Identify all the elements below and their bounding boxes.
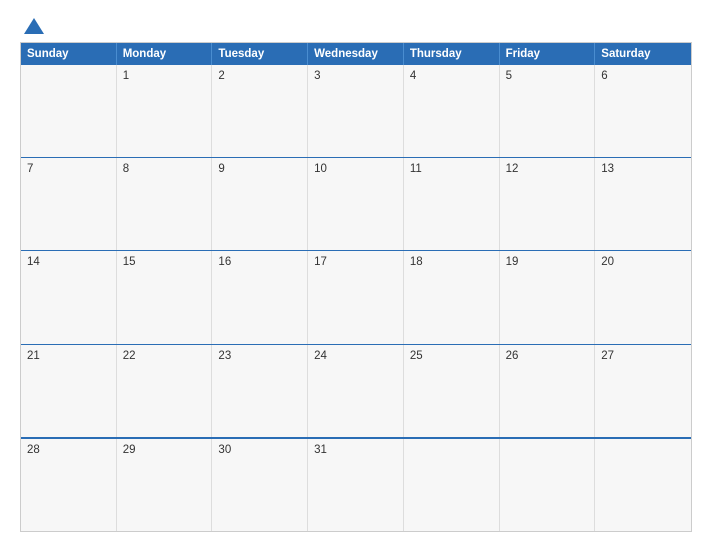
day-header-monday: Monday	[117, 43, 213, 65]
week-row-4: 28 29 30 31	[21, 437, 691, 531]
day-header-wednesday: Wednesday	[308, 43, 404, 65]
day-cell	[595, 439, 691, 531]
day-cell: 23	[212, 345, 308, 437]
day-number: 17	[314, 256, 397, 268]
day-cell: 8	[117, 158, 213, 250]
day-cell: 31	[308, 439, 404, 531]
day-number: 23	[218, 350, 301, 362]
day-cell	[21, 65, 117, 157]
day-number: 27	[601, 350, 685, 362]
day-number: 22	[123, 350, 206, 362]
day-number: 28	[27, 444, 110, 456]
day-cell: 22	[117, 345, 213, 437]
day-cell: 14	[21, 251, 117, 343]
day-cell: 27	[595, 345, 691, 437]
header	[20, 18, 692, 32]
day-header-friday: Friday	[500, 43, 596, 65]
day-cell: 2	[212, 65, 308, 157]
day-cell	[500, 439, 596, 531]
day-cell: 6	[595, 65, 691, 157]
day-header-sunday: Sunday	[21, 43, 117, 65]
day-number: 12	[506, 163, 589, 175]
day-cell: 4	[404, 65, 500, 157]
day-number: 25	[410, 350, 493, 362]
day-cell: 25	[404, 345, 500, 437]
logo	[20, 18, 44, 32]
weeks-container: 1234567891011121314151617181920212223242…	[21, 65, 691, 531]
calendar-page: SundayMondayTuesdayWednesdayThursdayFrid…	[0, 0, 712, 550]
day-cell: 16	[212, 251, 308, 343]
day-number: 21	[27, 350, 110, 362]
day-number: 29	[123, 444, 206, 456]
day-number: 11	[410, 163, 493, 175]
day-cell: 24	[308, 345, 404, 437]
day-number: 3	[314, 70, 397, 82]
day-header-saturday: Saturday	[595, 43, 691, 65]
week-row-3: 21 22 23 24 25 26 27	[21, 344, 691, 437]
logo-triangle-icon	[24, 18, 44, 34]
day-number: 8	[123, 163, 206, 175]
day-number: 26	[506, 350, 589, 362]
day-header-tuesday: Tuesday	[212, 43, 308, 65]
day-cell: 7	[21, 158, 117, 250]
day-number: 15	[123, 256, 206, 268]
day-number: 10	[314, 163, 397, 175]
day-number: 31	[314, 444, 397, 456]
day-cell: 19	[500, 251, 596, 343]
day-number: 7	[27, 163, 110, 175]
week-row-0: 123456	[21, 65, 691, 157]
day-number: 13	[601, 163, 685, 175]
day-cell: 13	[595, 158, 691, 250]
day-number: 16	[218, 256, 301, 268]
day-cell: 21	[21, 345, 117, 437]
day-number: 6	[601, 70, 685, 82]
day-cell: 11	[404, 158, 500, 250]
day-cell: 30	[212, 439, 308, 531]
day-cell: 28	[21, 439, 117, 531]
day-number: 18	[410, 256, 493, 268]
day-number: 4	[410, 70, 493, 82]
day-cell: 29	[117, 439, 213, 531]
day-header-thursday: Thursday	[404, 43, 500, 65]
day-cell: 15	[117, 251, 213, 343]
day-number: 24	[314, 350, 397, 362]
day-number: 20	[601, 256, 685, 268]
day-number: 14	[27, 256, 110, 268]
day-cell	[404, 439, 500, 531]
day-number: 9	[218, 163, 301, 175]
day-number: 19	[506, 256, 589, 268]
day-cell: 3	[308, 65, 404, 157]
day-number: 5	[506, 70, 589, 82]
week-row-2: 14 15 16 17 18 19 20	[21, 250, 691, 343]
day-cell: 18	[404, 251, 500, 343]
day-cell: 9	[212, 158, 308, 250]
day-cell: 5	[500, 65, 596, 157]
calendar-grid: SundayMondayTuesdayWednesdayThursdayFrid…	[20, 42, 692, 532]
day-headers-row: SundayMondayTuesdayWednesdayThursdayFrid…	[21, 43, 691, 65]
day-cell: 12	[500, 158, 596, 250]
day-number: 2	[218, 70, 301, 82]
day-cell: 26	[500, 345, 596, 437]
day-number: 1	[123, 70, 206, 82]
day-cell: 10	[308, 158, 404, 250]
week-row-1: 7 89 10 11 12 13	[21, 157, 691, 250]
day-cell: 20	[595, 251, 691, 343]
day-number: 30	[218, 444, 301, 456]
day-cell: 1	[117, 65, 213, 157]
day-cell: 17	[308, 251, 404, 343]
